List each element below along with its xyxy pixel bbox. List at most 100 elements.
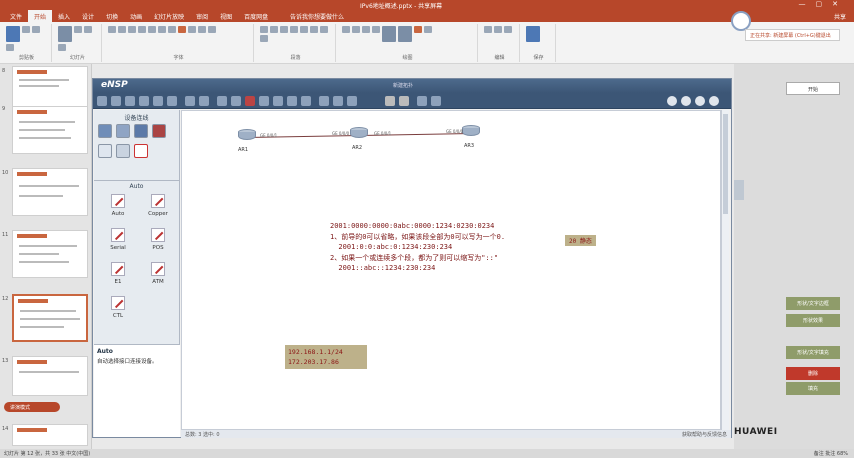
undo-icon[interactable]	[185, 96, 195, 106]
cloud-category-icon[interactable]	[116, 144, 130, 158]
shape-arrow-icon[interactable]	[372, 26, 380, 33]
router-category-icon[interactable]	[98, 124, 112, 138]
slide-thumbnail-selected[interactable]	[12, 294, 88, 342]
layout-icon[interactable]	[74, 26, 82, 33]
help-icon[interactable]	[681, 96, 691, 106]
router-ar1[interactable]	[238, 129, 256, 143]
fill-button[interactable]: 填充	[786, 382, 840, 395]
rectangle-tool-icon[interactable]	[287, 96, 297, 106]
italic-icon[interactable]	[118, 26, 126, 33]
start-device-icon[interactable]	[385, 96, 395, 106]
clear-format-icon[interactable]	[208, 26, 216, 33]
new-slide-icon[interactable]	[58, 26, 72, 42]
view-controls[interactable]: 备注 批注 68%	[814, 450, 848, 457]
record-icon[interactable]	[731, 11, 751, 31]
router-ar2[interactable]	[350, 127, 368, 141]
save-to-cloud-icon[interactable]	[526, 26, 540, 42]
cut-icon[interactable]	[22, 26, 30, 33]
redo-icon[interactable]	[199, 96, 209, 106]
cable-ctl[interactable]: CTL	[98, 296, 138, 334]
shape-line-icon[interactable]	[362, 26, 370, 33]
shadow-icon[interactable]	[148, 26, 156, 33]
align-left-icon[interactable]	[300, 26, 308, 33]
close-icon[interactable]	[709, 96, 719, 106]
zoom-in-icon[interactable]	[319, 96, 329, 106]
copy-icon[interactable]	[32, 26, 40, 33]
canvas-scrollbar[interactable]	[721, 110, 729, 430]
cable-category-icon[interactable]	[134, 144, 148, 158]
tab-insert[interactable]: 插入	[52, 10, 76, 22]
indent-icon[interactable]	[280, 26, 288, 33]
find-icon[interactable]	[484, 26, 492, 33]
case-icon[interactable]	[168, 26, 176, 33]
delete-link-icon[interactable]	[259, 96, 269, 106]
slide-thumbnail[interactable]	[12, 106, 88, 154]
paste-icon[interactable]	[6, 26, 20, 42]
outdent-icon[interactable]	[290, 26, 298, 33]
grow-font-icon[interactable]	[188, 26, 196, 33]
select-icon[interactable]	[504, 26, 512, 33]
shrink-font-icon[interactable]	[198, 26, 206, 33]
capture-icon[interactable]	[417, 96, 427, 106]
window-controls[interactable]: —▢✕	[799, 0, 848, 8]
strike-icon[interactable]	[138, 26, 146, 33]
tab-file[interactable]: 文件	[4, 10, 28, 22]
bullets-icon[interactable]	[260, 26, 268, 33]
print-icon[interactable]	[167, 96, 177, 106]
tab-review[interactable]: 审阅	[190, 10, 214, 22]
arrange-icon[interactable]	[382, 26, 396, 42]
new-file-icon[interactable]	[111, 96, 121, 106]
pc-category-icon[interactable]	[98, 144, 112, 158]
stop-device-icon[interactable]	[399, 96, 409, 106]
save-icon[interactable]	[139, 96, 149, 106]
shape-border-button[interactable]: 形状/文字边框	[786, 297, 840, 310]
cable-atm[interactable]: ATM	[138, 262, 178, 300]
tab-animations[interactable]: 动画	[124, 10, 148, 22]
delete-tool-icon[interactable]	[245, 96, 255, 106]
presenter-pill[interactable]: 讲演模式	[4, 402, 60, 412]
switch-category-icon[interactable]	[116, 124, 130, 138]
shape-outline-icon[interactable]	[424, 26, 432, 33]
topology-info-icon[interactable]	[431, 96, 441, 106]
quick-styles-icon[interactable]	[398, 26, 412, 42]
tab-baidu[interactable]: 百度网盘	[238, 10, 274, 22]
spacing-icon[interactable]	[158, 26, 166, 33]
tab-view[interactable]: 视图	[214, 10, 238, 22]
shape-fill-icon[interactable]	[414, 26, 422, 33]
open-icon[interactable]	[125, 96, 135, 106]
slide-thumbnail[interactable]	[12, 230, 88, 278]
wlan-category-icon[interactable]	[134, 124, 148, 138]
slide-thumbnail[interactable]	[12, 424, 88, 446]
cable-pos[interactable]: POS	[138, 228, 178, 266]
ipv4-note-box[interactable]: 192.168.1.1/24 172.203.17.86	[285, 345, 367, 369]
align-right-icon[interactable]	[320, 26, 328, 33]
justify-icon[interactable]	[260, 35, 268, 42]
select-tool-icon[interactable]	[217, 96, 227, 106]
new-topology-icon[interactable]	[97, 96, 107, 106]
help-link[interactable]: 获取帮助与反馈信息	[682, 431, 727, 438]
reset-icon[interactable]	[84, 26, 92, 33]
ipv6-notes[interactable]: 2001:0000:0000:0abc:0000:1234:0230:0234 1…	[330, 221, 505, 274]
replace-icon[interactable]	[494, 26, 502, 33]
pane-start-button[interactable]: 开始	[786, 82, 840, 95]
share-button[interactable]: 共享	[834, 12, 846, 21]
hand-tool-icon[interactable]	[231, 96, 241, 106]
firewall-category-icon[interactable]	[152, 124, 166, 138]
bold-icon[interactable]	[108, 26, 116, 33]
save-as-icon[interactable]	[153, 96, 163, 106]
tab-home[interactable]: 开始	[28, 10, 53, 22]
slide-thumbnail[interactable]	[12, 168, 88, 216]
cable-copper[interactable]: Copper	[138, 194, 178, 232]
shape-rect-icon[interactable]	[342, 26, 350, 33]
slide-thumbnail[interactable]	[12, 356, 88, 396]
tab-transitions[interactable]: 切换	[100, 10, 124, 22]
section-icon[interactable]	[58, 44, 66, 51]
ellipse-tool-icon[interactable]	[301, 96, 311, 106]
fit-icon[interactable]	[347, 96, 357, 106]
text-tool-icon[interactable]	[273, 96, 283, 106]
shape-oval-icon[interactable]	[352, 26, 360, 33]
format-painter-icon[interactable]	[6, 44, 14, 51]
cable-e1[interactable]: E1	[98, 262, 138, 300]
numbering-icon[interactable]	[270, 26, 278, 33]
scroll-thumb[interactable]	[723, 114, 728, 214]
